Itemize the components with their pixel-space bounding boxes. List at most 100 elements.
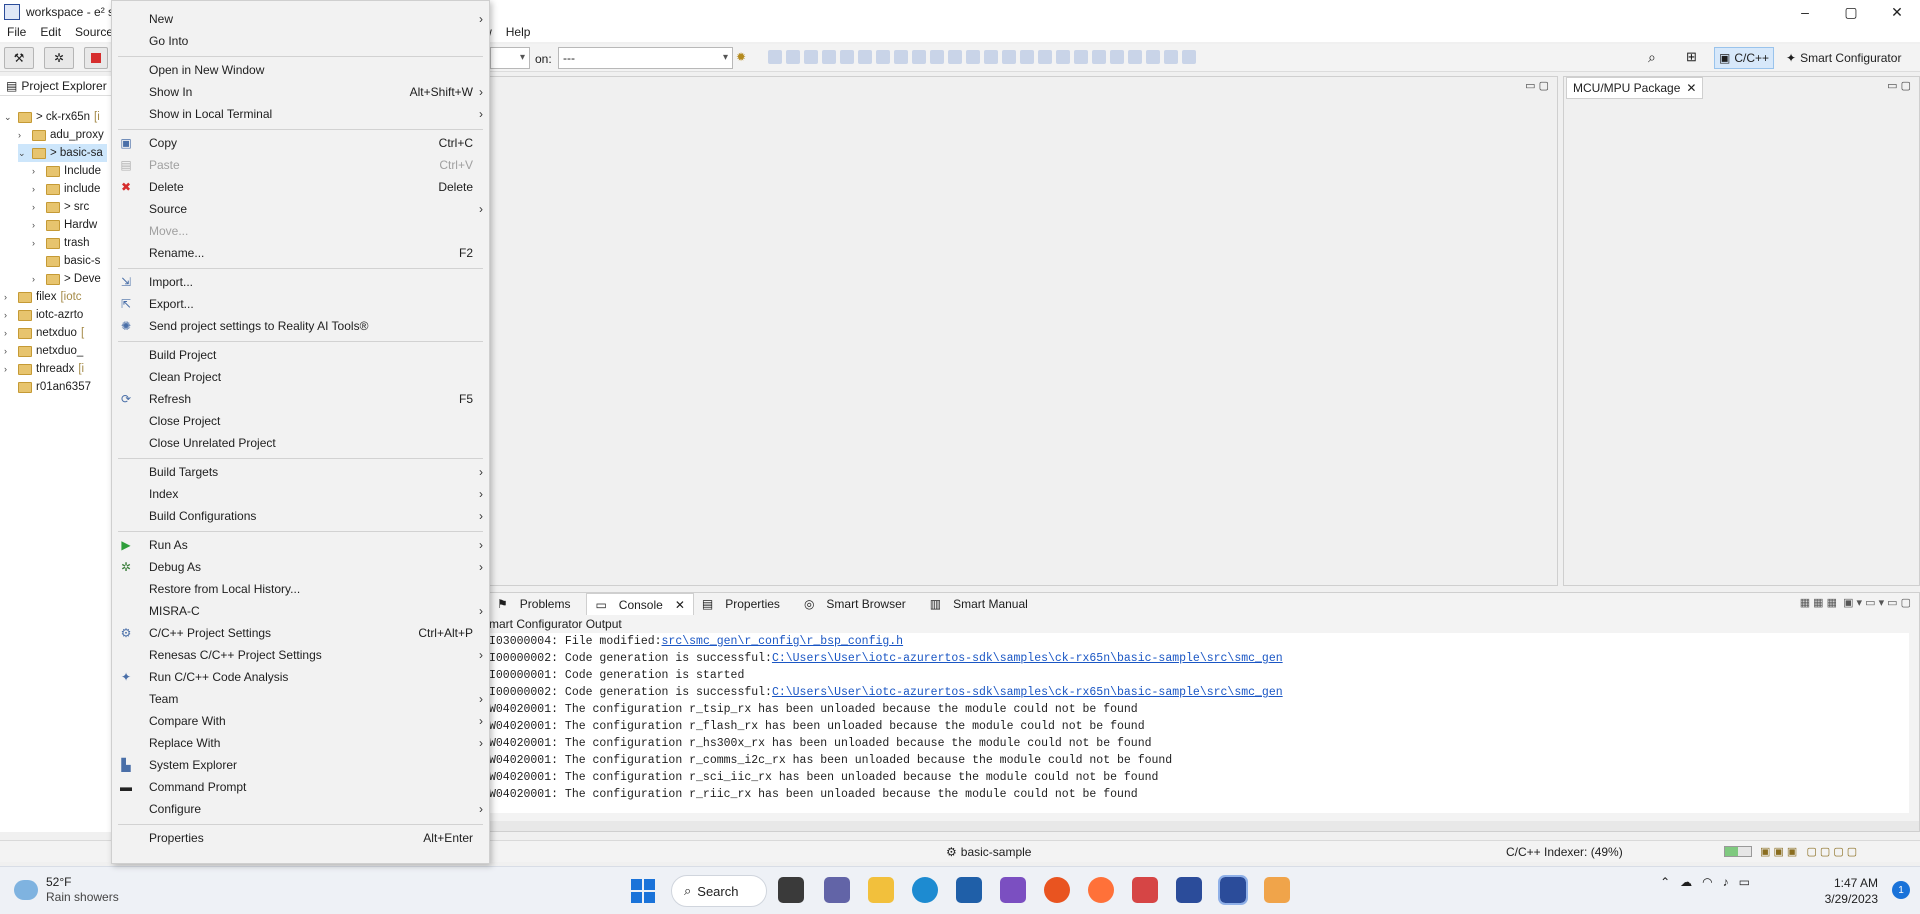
chevron-icon[interactable]: › xyxy=(32,274,42,284)
package-icon[interactable] xyxy=(912,50,926,64)
visual-studio-icon[interactable] xyxy=(1000,877,1026,903)
chevron-icon[interactable]: › xyxy=(32,202,42,212)
run-icon[interactable] xyxy=(1002,50,1016,64)
e2-studio-icon[interactable] xyxy=(1176,877,1202,903)
menu-item-run-as[interactable]: ▶ Run As › xyxy=(112,535,489,555)
tab-console[interactable]: ▭ Console ✕ xyxy=(586,593,694,615)
menu-item-system-explorer[interactable]: ▙ System Explorer xyxy=(112,755,489,775)
tree-item[interactable]: › threadx [i xyxy=(4,360,84,378)
maximize-button[interactable]: ▢ xyxy=(1828,0,1874,24)
ubuntu-icon[interactable] xyxy=(1044,877,1070,903)
clock[interactable]: 1:47 AM 3/29/2023 xyxy=(1825,875,1878,907)
store-icon[interactable] xyxy=(956,877,982,903)
forward-icon[interactable] xyxy=(1164,50,1178,64)
menu-item-export[interactable]: ⇱ Export... xyxy=(112,294,489,314)
chevron-icon[interactable]: ⌄ xyxy=(18,148,28,159)
start-button[interactable] xyxy=(631,879,655,903)
tree-item[interactable]: ⌄ > ck-rx65n [i xyxy=(4,108,100,126)
pin-icon[interactable] xyxy=(966,50,980,64)
launch-mode-combo[interactable]: ▾ xyxy=(490,47,530,69)
back-edit-icon[interactable] xyxy=(1110,50,1124,64)
close-icon[interactable]: ✕ xyxy=(675,598,685,612)
menu-item-command-prompt[interactable]: ▬ Command Prompt xyxy=(112,777,489,797)
debug-icon[interactable] xyxy=(984,50,998,64)
back-icon[interactable] xyxy=(1146,50,1160,64)
menu-item-import[interactable]: ⇲ Import... xyxy=(112,272,489,292)
menu-help[interactable]: Help xyxy=(499,25,538,39)
menu-item-misra-c[interactable]: MISRA-C › xyxy=(112,601,489,621)
menu-item-build-project[interactable]: Build Project xyxy=(112,345,489,365)
menu-item-show-in-local-terminal[interactable]: Show in Local Terminal › xyxy=(112,104,489,124)
perspective-smart-configurator[interactable]: ✦ Smart Configurator xyxy=(1782,47,1905,69)
perspective-cpp[interactable]: ▣ C/C++ xyxy=(1714,47,1775,69)
edge-icon[interactable] xyxy=(912,877,938,903)
tree-item[interactable]: › > Deve xyxy=(32,270,105,288)
git-tool-icon[interactable] xyxy=(1264,877,1290,903)
console-toolbar-icons[interactable]: ▦ ▦ ▦ ▣ ▾ ▭ ▾ ▭ ▢ xyxy=(1800,596,1911,609)
menu-item-properties[interactable]: Properties Alt+Enter xyxy=(112,828,489,848)
chevron-up-icon[interactable]: ⌃ xyxy=(1660,875,1670,889)
menu-item-replace-with[interactable]: Replace With › xyxy=(112,733,489,753)
menu-item-compare-with[interactable]: Compare With › xyxy=(112,711,489,731)
console-path-link[interactable]: C:\Users\User\iotc-azurertos-sdk\samples… xyxy=(772,652,1283,665)
menu-item-new[interactable]: New › xyxy=(112,9,489,29)
menu-item-run-c-c-code-analysis[interactable]: ✦ Run C/C++ Code Analysis xyxy=(112,667,489,687)
search-icon[interactable]: ⌕ xyxy=(1648,49,1656,66)
weather-widget[interactable]: 52°F Rain showers xyxy=(14,875,119,905)
menu-item-configure[interactable]: Configure › xyxy=(112,799,489,819)
tree-item[interactable]: › netxduo[ xyxy=(4,324,84,342)
tab-properties[interactable]: ▤ Properties xyxy=(694,593,796,615)
debug-bug-icon[interactable]: ✲ xyxy=(44,47,74,69)
chevron-icon[interactable]: ⌄ xyxy=(4,112,14,123)
hammer-icon[interactable] xyxy=(840,50,854,64)
new-icon[interactable] xyxy=(768,50,782,64)
editor-min-max-icon[interactable]: ▭ ▢ xyxy=(1525,79,1549,92)
battery-icon[interactable]: ▭ xyxy=(1739,875,1750,889)
menu-item-clean-project[interactable]: Clean Project xyxy=(112,367,489,387)
task-view-icon[interactable] xyxy=(778,877,804,903)
menu-item-copy[interactable]: ▣ Copy Ctrl+C xyxy=(112,133,489,153)
tree-item[interactable]: basic-s xyxy=(32,252,104,270)
project-explorer-tab[interactable]: ▤ Project Explorer xyxy=(0,76,111,96)
menu-item-close-unrelated-project[interactable]: Close Unrelated Project xyxy=(112,433,489,453)
notification-badge[interactable]: 1 xyxy=(1892,881,1910,899)
volume-icon[interactable]: ♪ xyxy=(1723,875,1729,889)
chevron-icon[interactable]: › xyxy=(4,346,14,356)
chevron-icon[interactable]: › xyxy=(4,328,14,338)
chevron-icon[interactable]: › xyxy=(32,166,42,176)
menu-item-send-project-settings-to-reality-ai-tools[interactable]: ✺ Send project settings to Reality AI Too… xyxy=(112,316,489,336)
menu-item-delete[interactable]: ✖ Delete Delete xyxy=(112,177,489,197)
menu-item-open-in-new-window[interactable]: Open in New Window xyxy=(112,60,489,80)
tree-item[interactable]: r01an6357 xyxy=(4,378,95,396)
monitor-icon[interactable] xyxy=(948,50,962,64)
tree-item[interactable]: › include xyxy=(32,180,104,198)
wifi-icon[interactable]: ◠ xyxy=(1702,875,1712,889)
chevron-icon[interactable]: › xyxy=(4,310,14,320)
prev-annotation-icon[interactable] xyxy=(1092,50,1106,64)
taskbar-search[interactable]: ⌕ Search xyxy=(671,875,767,907)
pilcrow-icon[interactable] xyxy=(1056,50,1070,64)
tab-problems[interactable]: ⚑ Problems xyxy=(489,593,586,615)
tree-item[interactable]: › > src xyxy=(32,198,93,216)
snipping-tool-icon[interactable] xyxy=(1132,877,1158,903)
chevron-icon[interactable]: › xyxy=(32,220,42,230)
open-perspective-icon[interactable]: ⊞ xyxy=(1686,49,1697,65)
chevron-icon[interactable]: › xyxy=(4,364,14,374)
status-icons[interactable]: ▣ ▣ ▣ ▢ ▢ ▢ ▢ xyxy=(1760,845,1857,858)
tool-icon[interactable] xyxy=(930,50,944,64)
save-all-icon[interactable] xyxy=(804,50,818,64)
menu-item-go-into[interactable]: Go Into xyxy=(112,31,489,51)
gear-icon[interactable]: ✹ xyxy=(736,50,746,64)
annotation-icon[interactable] xyxy=(1074,50,1088,64)
build-config-icon[interactable] xyxy=(822,50,836,64)
launch-target-combo[interactable]: --- ▾ xyxy=(558,47,733,69)
mark-icon[interactable] xyxy=(1038,50,1052,64)
tree-item[interactable]: › Hardw xyxy=(32,216,101,234)
tree-item[interactable]: ⌄ > basic-sa xyxy=(18,144,107,162)
pin-editor-icon[interactable] xyxy=(1182,50,1196,64)
menu-item-build-configurations[interactable]: Build Configurations › xyxy=(112,506,489,526)
menu-item-index[interactable]: Index › xyxy=(112,484,489,504)
tree-item[interactable]: › Include xyxy=(32,162,105,180)
chevron-icon[interactable]: › xyxy=(32,184,42,194)
mcu-min-max-icon[interactable]: ▭ ▢ xyxy=(1887,79,1911,92)
